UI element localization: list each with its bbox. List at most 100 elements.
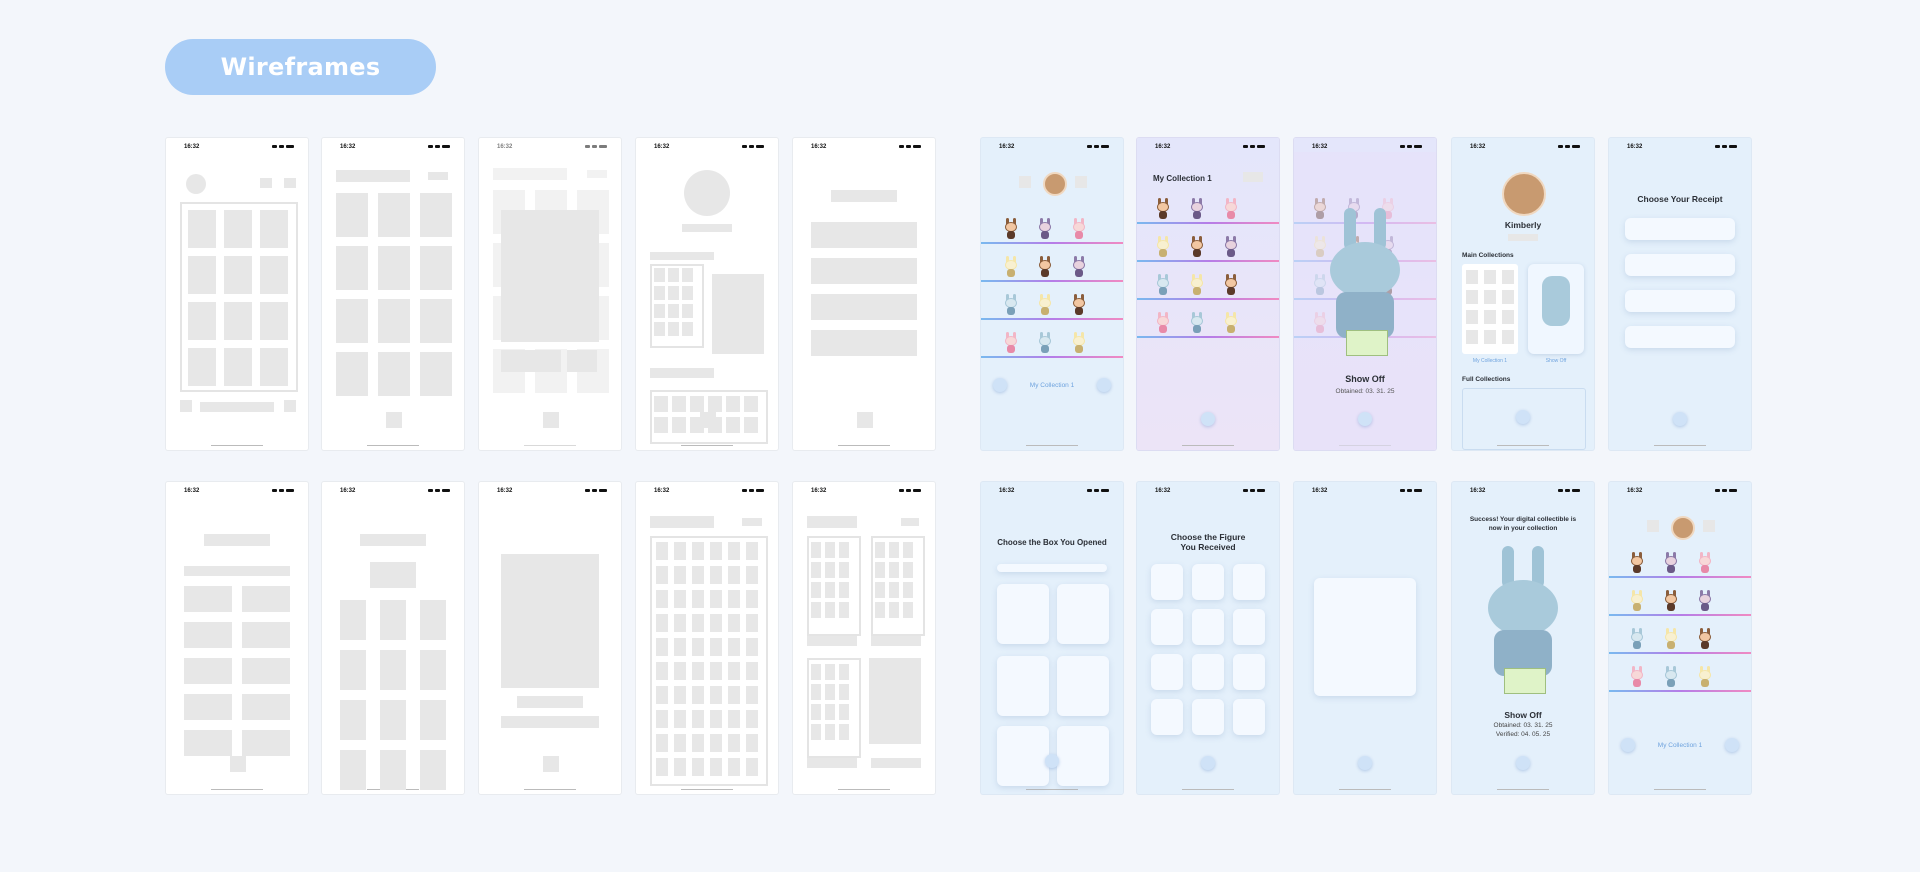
status-time: 16:32: [184, 488, 200, 494]
grid-cell: [692, 638, 704, 656]
grid-cell: [378, 352, 410, 396]
grid-cell: [380, 650, 406, 690]
home-indicator: [1339, 788, 1391, 790]
grid-cell: [260, 210, 288, 248]
grid-cell: [710, 686, 722, 704]
section-title-pill: Wireframes: [165, 39, 436, 95]
grid-cell: [656, 542, 668, 560]
status-icons: [899, 489, 921, 492]
grid-cell: [692, 566, 704, 584]
grid-cell: [654, 268, 665, 282]
figure-body: [1075, 231, 1083, 239]
receipt-option[interactable]: [1625, 254, 1735, 276]
mini-figure: [1484, 290, 1496, 304]
grid-cell: [242, 658, 290, 684]
box-option[interactable]: [997, 584, 1049, 644]
grid-cell: [692, 686, 704, 704]
grid-cell: [420, 600, 446, 640]
figure-option[interactable]: [1151, 699, 1183, 735]
wifi-icon: [1407, 489, 1412, 492]
figure-option[interactable]: [1151, 564, 1183, 600]
grid-cell: [184, 694, 232, 720]
obtained-date: Obtained: 03. 31. 25: [1493, 722, 1553, 729]
box-option[interactable]: [1057, 584, 1109, 644]
status-icons: [428, 145, 450, 148]
placeholder-block: [517, 696, 583, 708]
figure-option[interactable]: [1151, 609, 1183, 645]
receipt-option[interactable]: [1625, 218, 1735, 240]
figure-body: [1701, 641, 1709, 649]
center-action-button[interactable]: [1673, 412, 1687, 426]
placeholder-block: [871, 636, 921, 646]
box-option[interactable]: [1057, 656, 1109, 716]
list-row: [811, 330, 917, 356]
placeholder-block: [200, 402, 274, 412]
signal-icon: [1087, 145, 1092, 148]
grid-cell: [420, 246, 452, 290]
center-action-button[interactable]: [1516, 756, 1530, 770]
grid-cell: [839, 602, 849, 618]
grid-cell: [889, 542, 899, 558]
show-off-tag: Show Off: [1545, 358, 1567, 364]
main-collections-label: Main Collections: [1462, 252, 1514, 259]
success-screen: 16:32 Success! Your digital collectible i…: [1452, 482, 1594, 794]
figure-body: [1667, 565, 1675, 573]
avatar[interactable]: [1671, 516, 1695, 540]
status-time: 16:32: [1470, 488, 1486, 494]
placeholder-block: [501, 716, 599, 728]
mini-figure: [1502, 290, 1514, 304]
wireframe-profile: 16:32: [636, 138, 778, 450]
grid-cell: [811, 724, 821, 740]
grid-cell: [744, 417, 758, 433]
figure-option[interactable]: [1192, 609, 1224, 645]
figure-body: [1159, 325, 1167, 333]
figure-option[interactable]: [1233, 609, 1265, 645]
box-option[interactable]: [997, 656, 1049, 716]
receipt-option[interactable]: [1625, 326, 1735, 348]
figure-option[interactable]: [1233, 699, 1265, 735]
figure-body: [1075, 307, 1083, 315]
figure-body: [1007, 269, 1015, 277]
wireframe-scan: 16:32: [479, 482, 621, 794]
grid-cell: [746, 566, 758, 584]
placeholder-block: [807, 636, 857, 646]
placeholder-block: [180, 400, 192, 412]
center-action-button[interactable]: [1045, 754, 1059, 768]
wifi-icon: [1250, 489, 1255, 492]
choose-box-screen: 16:32 Choose the Box You Opened: [981, 482, 1123, 794]
receipt-option[interactable]: [1625, 290, 1735, 312]
placeholder-block: [742, 518, 762, 526]
center-action-button[interactable]: [1516, 410, 1530, 424]
status-bar: 16:32: [1137, 138, 1279, 152]
box-option[interactable]: [1057, 726, 1109, 786]
profile-avatar[interactable]: [1502, 172, 1546, 216]
figure-option[interactable]: [1192, 564, 1224, 600]
figure-option[interactable]: [1233, 654, 1265, 690]
home-indicator: [524, 788, 576, 790]
center-action-button[interactable]: [1358, 756, 1372, 770]
wireframe-figure-select: 16:32: [322, 482, 464, 794]
figure-option[interactable]: [1192, 654, 1224, 690]
center-action-button[interactable]: [1201, 412, 1215, 426]
placeholder-block: [700, 412, 716, 428]
grid-cell: [839, 704, 849, 720]
center-action-button[interactable]: [1358, 412, 1372, 426]
box-option[interactable]: [997, 726, 1049, 786]
signal-icon: [899, 489, 904, 492]
figure-option[interactable]: [1233, 564, 1265, 600]
search-bar[interactable]: [997, 564, 1107, 572]
labubu-figure: [1003, 294, 1019, 316]
battery-icon: [442, 489, 450, 492]
avatar[interactable]: [1043, 172, 1067, 196]
collection-shelf: [1137, 336, 1279, 338]
placeholder-block: [386, 412, 402, 428]
grid-cell: [710, 590, 722, 608]
battery-icon: [286, 489, 294, 492]
grid-cell: [380, 700, 406, 740]
figure-option[interactable]: [1192, 699, 1224, 735]
placeholder-block: [857, 412, 873, 428]
grid-cell: [875, 602, 885, 618]
center-action-button[interactable]: [1201, 756, 1215, 770]
grid-cell: [674, 638, 686, 656]
figure-option[interactable]: [1151, 654, 1183, 690]
